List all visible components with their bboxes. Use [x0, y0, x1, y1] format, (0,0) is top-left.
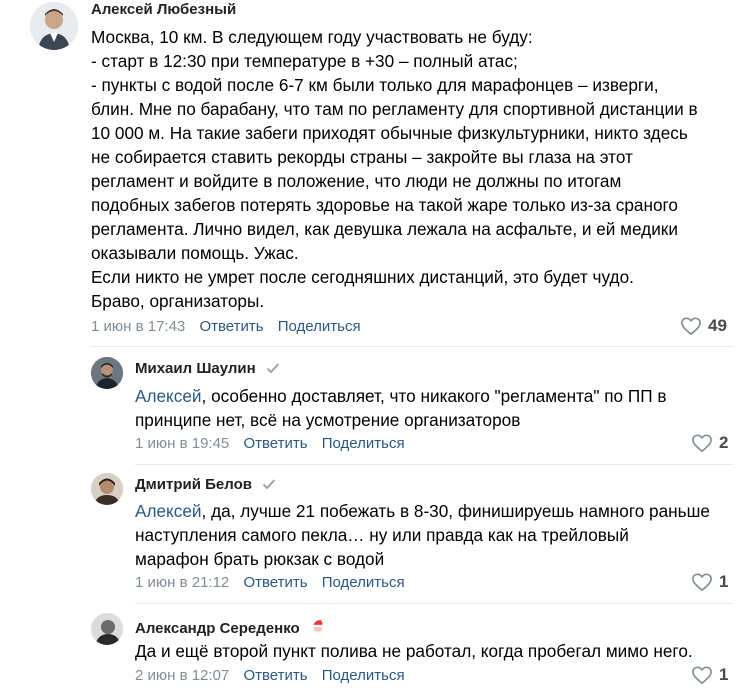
comment-date[interactable]: 2 июн в 12:07 [135, 667, 229, 684]
comment-line: Браво, организаторы. [91, 291, 265, 311]
comment-meta: 1 июн в 17:43 Ответить Поделиться [91, 318, 361, 335]
comment-line: Да и ещё второй пункт полива не работал,… [135, 641, 693, 661]
comment-meta: 2 июн в 12:07 Ответить Поделиться [135, 667, 405, 684]
comment-line: - пункты с водой после 6-7 км были тольк… [91, 75, 659, 95]
share-button[interactable]: Поделиться [322, 667, 405, 684]
like-button[interactable]: 1 [691, 572, 728, 592]
comment-date[interactable]: 1 июн в 21:12 [135, 574, 229, 591]
avatar-person-icon [91, 357, 123, 389]
comment-date[interactable]: 1 июн в 19:45 [135, 435, 229, 452]
avatar[interactable] [30, 2, 78, 50]
heart-icon [692, 573, 712, 592]
share-button[interactable]: Поделиться [322, 435, 405, 452]
comment-line-text: , да, лучше 21 побежать в 8-30, финиширу… [201, 501, 710, 521]
comment-text: Москва, 10 км. В следующем году участвов… [91, 25, 698, 313]
like-button[interactable]: 1 [691, 665, 728, 685]
comment-line: оказывали помощь. Ужас. [91, 243, 299, 263]
comment-line: наступления самого пекла… ну или правда … [135, 525, 629, 545]
comment-line: Алексей, да, лучше 21 побежать в 8-30, ф… [135, 499, 710, 523]
reply-button[interactable]: Ответить [243, 574, 307, 591]
comment-author-name: Дмитрий Белов [135, 476, 252, 493]
comment-author[interactable]: Александр Середенко [135, 618, 326, 640]
comment-author[interactable]: Дмитрий Белов [135, 476, 276, 494]
comment-text: Алексей, особенно доставляет, что никако… [135, 384, 666, 432]
comment-author-name: Александр Середенко [135, 619, 300, 637]
like-count: 1 [719, 572, 729, 591]
comment-line: регламента. Лично видел, как девушка леж… [91, 219, 678, 239]
comment-meta: 1 июн в 19:45 Ответить Поделиться [135, 435, 405, 452]
like-button[interactable]: 2 [691, 433, 728, 453]
mention-link[interactable]: Алексей [135, 501, 202, 521]
verified-check-icon [262, 477, 276, 494]
avatar[interactable] [91, 473, 123, 505]
separator [135, 603, 733, 604]
comment-line: принципе нет, всё на усмотрение организа… [135, 410, 521, 430]
comment-line: Если никто не умрет после сегодняшних ди… [91, 267, 634, 287]
comment-line: - старт в 12:30 при температуре в +30 – … [91, 51, 518, 71]
avatar-person-icon [30, 2, 78, 50]
reply-button[interactable]: Ответить [199, 318, 263, 335]
comment-line: подобных забегов потерять здоровье на та… [91, 195, 678, 215]
separator [135, 464, 733, 465]
comment-author[interactable]: Алексей Любезный [91, 1, 236, 18]
share-button[interactable]: Поделиться [278, 318, 361, 335]
heart-icon [692, 434, 712, 453]
separator [91, 346, 733, 347]
comment-line: марафон брать рюкзак с водой [135, 549, 385, 569]
comment-line: Москва, 10 км. В следующем году участвов… [91, 27, 533, 47]
comment-author[interactable]: Михаил Шаулин [135, 360, 280, 378]
avatar-person-icon [91, 473, 123, 505]
comment-line: Алексей, особенно доставляет, что никако… [135, 384, 666, 408]
comment-line-text: , особенно доставляет, что никакого "рег… [201, 386, 667, 406]
share-button[interactable]: Поделиться [322, 574, 405, 591]
comment-line: блин. Мне по барабану, что там по реглам… [91, 99, 698, 119]
santa-emoji-icon [310, 618, 326, 640]
comment-meta: 1 июн в 21:12 Ответить Поделиться [135, 574, 405, 591]
heart-icon [692, 666, 712, 685]
comment-text: Алексей, да, лучше 21 побежать в 8-30, ф… [135, 499, 710, 571]
comment-date[interactable]: 1 июн в 17:43 [91, 318, 185, 335]
comment-line: регламент и войдите в положение, что люд… [91, 171, 622, 191]
like-count: 1 [719, 665, 729, 684]
heart-icon [681, 317, 701, 336]
like-count: 2 [719, 433, 729, 452]
comment-line: не собирается ставить рекорды страны – з… [91, 147, 633, 167]
avatar[interactable] [91, 357, 123, 389]
avatar-person-icon [91, 613, 123, 645]
comment-line: 10 000 м. На такие забеги приходят обычн… [91, 123, 688, 143]
comment-author-name: Михаил Шаулин [135, 360, 256, 377]
like-button[interactable]: 49 [680, 316, 727, 336]
comment-text: Да и ещё второй пункт полива не работал,… [135, 639, 693, 663]
mention-link[interactable]: Алексей [135, 386, 202, 406]
like-count: 49 [708, 316, 727, 335]
reply-button[interactable]: Ответить [243, 667, 307, 684]
avatar[interactable] [91, 613, 123, 645]
reply-button[interactable]: Ответить [243, 435, 307, 452]
verified-check-icon [266, 361, 280, 378]
